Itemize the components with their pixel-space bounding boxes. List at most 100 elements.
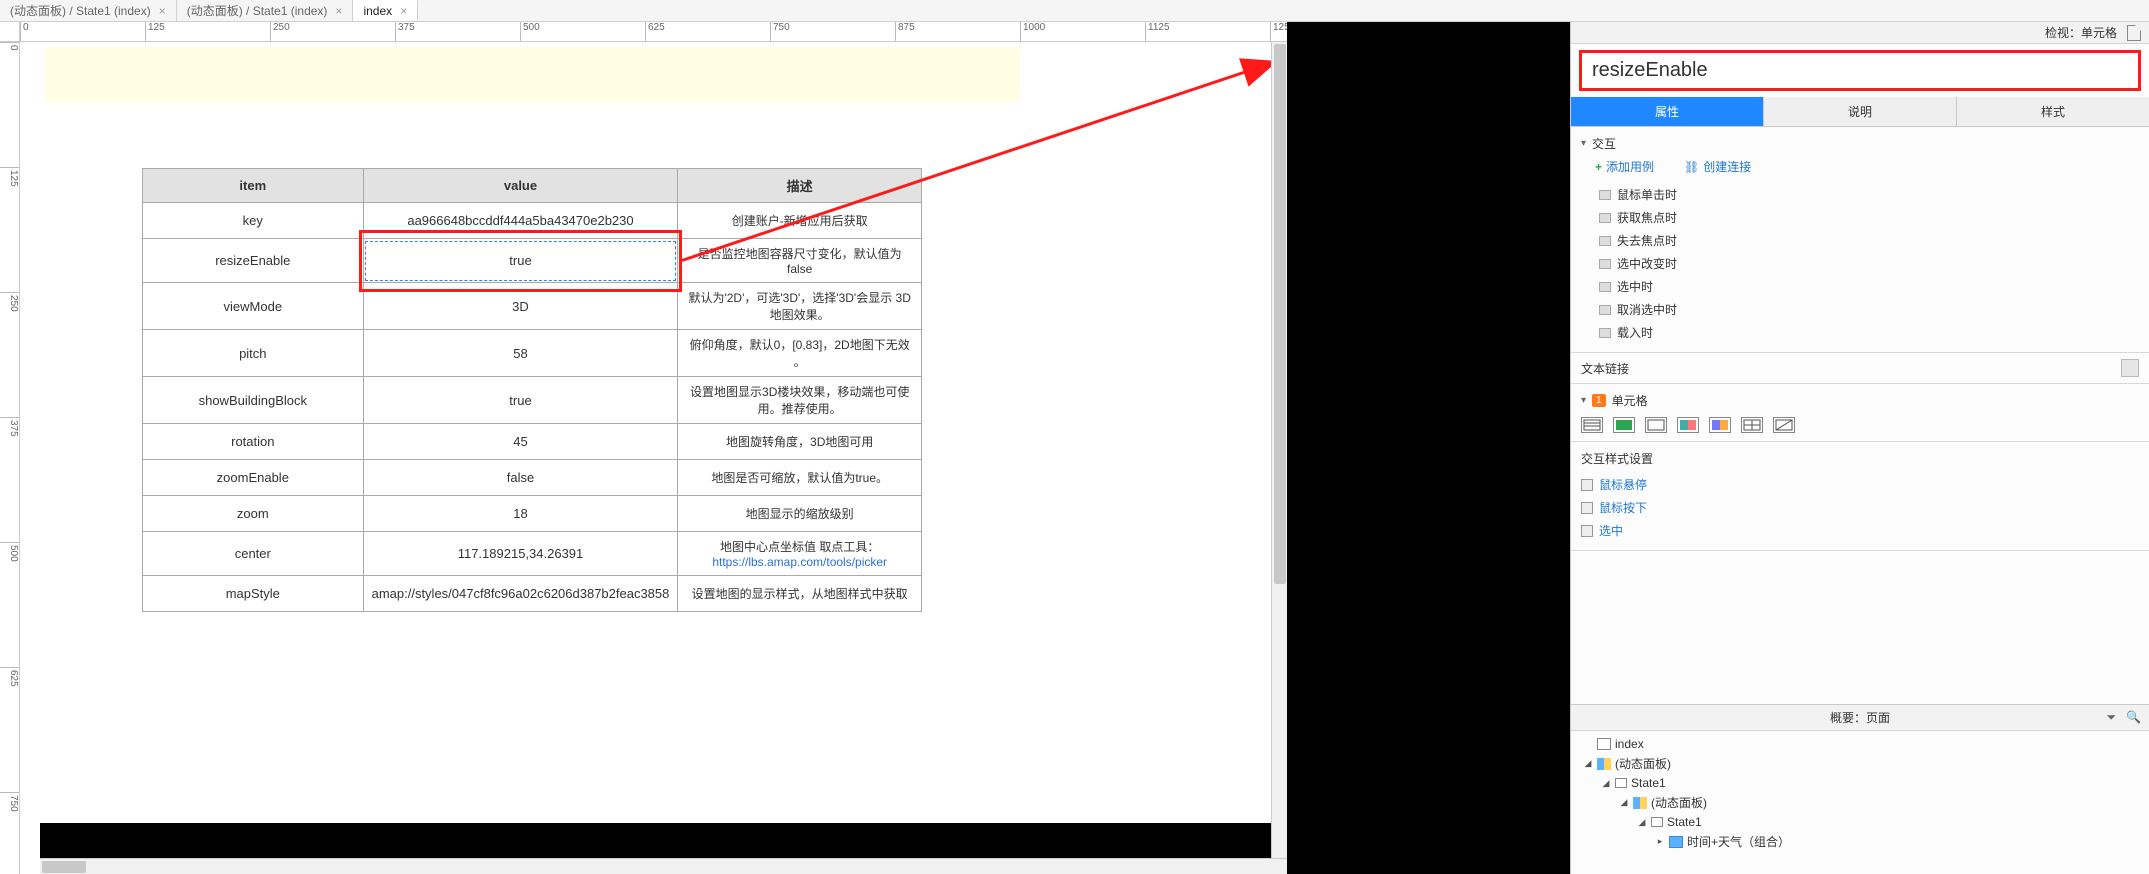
tree-twisty-icon[interactable]: ▸: [1655, 836, 1665, 847]
event-item[interactable]: 选中改变时: [1599, 252, 2139, 275]
interaction-style-item[interactable]: 鼠标悬停: [1581, 473, 2139, 496]
cell-item[interactable]: center: [143, 532, 364, 576]
event-item[interactable]: 选中时: [1599, 275, 2139, 298]
cell-value[interactable]: 18: [363, 496, 678, 532]
inspector-tab-properties[interactable]: 属性: [1571, 97, 1764, 126]
cell-value[interactable]: 117.189215,34.26391: [363, 532, 678, 576]
outline-tree[interactable]: index◢(动态面板)◢State1◢(动态面板)◢State1▸时间+天气（…: [1571, 731, 2149, 874]
config-table[interactable]: itemvalue描述keyaa966648bccddf444a5ba43470…: [142, 168, 922, 612]
cell-desc[interactable]: 地图显示的缩放级别: [678, 496, 922, 532]
text-link-button[interactable]: [2121, 359, 2139, 377]
cell-value[interactable]: amap://styles/047cf8fc96a02c6206d387b2fe…: [363, 576, 678, 612]
outline-row[interactable]: ◢(动态面板): [1571, 753, 2149, 774]
cell-item[interactable]: showBuildingBlock: [143, 377, 364, 424]
shape-rect-dual-b[interactable]: [1709, 417, 1731, 433]
shape-rect-solid[interactable]: [1613, 417, 1635, 433]
section-header-cell[interactable]: ▾ 1 单元格: [1581, 392, 2139, 409]
outline-row[interactable]: ◢State1: [1571, 774, 2149, 792]
outline-row[interactable]: index: [1571, 735, 2149, 753]
table-row[interactable]: zoomEnablefalse地图是否可缩放，默认值为true。: [143, 460, 922, 496]
outline-row[interactable]: ▸时间+天气（组合）: [1571, 831, 2149, 852]
table-row[interactable]: mapStyleamap://styles/047cf8fc96a02c6206…: [143, 576, 922, 612]
table-header[interactable]: 描述: [678, 169, 922, 203]
cell-value[interactable]: 58: [363, 330, 678, 377]
close-icon[interactable]: ×: [335, 4, 342, 18]
cell-item[interactable]: zoom: [143, 496, 364, 532]
scrollbar-thumb[interactable]: [42, 861, 86, 873]
cell-item[interactable]: zoomEnable: [143, 460, 364, 496]
tab-dynpanel-state1-b[interactable]: (动态面板) / State1 (index) ×: [177, 0, 354, 21]
cell-item[interactable]: rotation: [143, 424, 364, 460]
table-row[interactable]: keyaa966648bccddf444a5ba43470e2b230创建账户-…: [143, 203, 922, 239]
interaction-style-item[interactable]: 鼠标按下: [1581, 496, 2139, 519]
cell-desc[interactable]: 是否监控地图容器尺寸变化，默认值为false: [678, 239, 922, 283]
widget-name-input[interactable]: resizeEnable: [1579, 50, 2141, 91]
cell-desc[interactable]: 创建账户-新增应用后获取: [678, 203, 922, 239]
cell-value[interactable]: 3D: [363, 283, 678, 330]
cell-item[interactable]: mapStyle: [143, 576, 364, 612]
tree-twisty-icon[interactable]: ◢: [1583, 758, 1593, 769]
cell-item[interactable]: pitch: [143, 330, 364, 377]
cell-desc[interactable]: 地图中心点坐标值 取点工具：https://lbs.amap.com/tools…: [678, 532, 922, 576]
cell-value[interactable]: true: [363, 377, 678, 424]
inspector-tab-style[interactable]: 样式: [1957, 97, 2149, 126]
table-row[interactable]: center117.189215,34.26391地图中心点坐标值 取点工具：h…: [143, 532, 922, 576]
cell-desc[interactable]: 设置地图显示3D楼块效果，移动端也可使用。推荐使用。: [678, 377, 922, 424]
table-row[interactable]: zoom18地图显示的缩放级别: [143, 496, 922, 532]
scrollbar-horizontal[interactable]: [40, 858, 1287, 874]
event-item[interactable]: 载入时: [1599, 321, 2139, 344]
table-header[interactable]: value: [363, 169, 678, 203]
desc-link[interactable]: https://lbs.amap.com/tools/picker: [712, 555, 887, 569]
page-icon[interactable]: [2127, 25, 2141, 41]
filter-icon[interactable]: ⏷: [2106, 710, 2116, 725]
search-icon[interactable]: 🔍: [2126, 710, 2141, 725]
outline-row[interactable]: ◢State1: [1571, 813, 2149, 831]
cell-desc[interactable]: 默认为'2D'，可选'3D'，选择'3D'会显示 3D 地图效果。: [678, 283, 922, 330]
shape-rect-stripes[interactable]: [1581, 417, 1603, 433]
cell-desc[interactable]: 地图是否可缩放，默认值为true。: [678, 460, 922, 496]
cell-value[interactable]: false: [363, 460, 678, 496]
canvas-scroll[interactable]: itemvalue描述keyaa966648bccddf444a5ba43470…: [20, 42, 1287, 874]
table-row[interactable]: pitch58俯仰角度，默认0，[0,83]，2D地图下无效 。: [143, 330, 922, 377]
table-row[interactable]: rotation45地图旋转角度，3D地图可用: [143, 424, 922, 460]
shape-rect-dual-a[interactable]: [1677, 417, 1699, 433]
table-row[interactable]: resizeEnabletrue是否监控地图容器尺寸变化，默认值为false: [143, 239, 922, 283]
table-header[interactable]: item: [143, 169, 364, 203]
canvas-widget-highlight[interactable]: [45, 47, 1020, 102]
tree-twisty-icon[interactable]: ◢: [1601, 778, 1611, 789]
close-icon[interactable]: ×: [400, 4, 407, 18]
tab-index[interactable]: index ×: [353, 0, 418, 21]
event-item[interactable]: 失去焦点时: [1599, 229, 2139, 252]
cell-value[interactable]: aa966648bccddf444a5ba43470e2b230: [363, 203, 678, 239]
create-link-link[interactable]: ⛓创建连接: [1684, 158, 1751, 175]
shape-rect-outline[interactable]: [1645, 417, 1667, 433]
table-row[interactable]: showBuildingBlocktrue设置地图显示3D楼块效果，移动端也可使…: [143, 377, 922, 424]
tab-dynpanel-state1-a[interactable]: (动态面板) / State1 (index) ×: [0, 0, 177, 21]
cell-desc[interactable]: 设置地图的显示样式，从地图样式中获取: [678, 576, 922, 612]
table-row[interactable]: viewMode3D默认为'2D'，可选'3D'，选择'3D'会显示 3D 地图…: [143, 283, 922, 330]
add-case-link[interactable]: +添加用例: [1595, 158, 1654, 175]
shape-rect-hatch[interactable]: [1773, 417, 1795, 433]
close-icon[interactable]: ×: [159, 4, 166, 18]
tree-twisty-icon[interactable]: ◢: [1637, 817, 1647, 828]
ruler-horizontal[interactable]: 0125250375500625750875100011251250: [20, 22, 1287, 42]
event-item[interactable]: 获取焦点时: [1599, 206, 2139, 229]
section-header-interactions[interactable]: ▾ 交互: [1581, 135, 2139, 152]
ruler-vertical[interactable]: 0125250375500625750: [0, 42, 20, 874]
cell-item[interactable]: resizeEnable: [143, 239, 364, 283]
inspector-tab-notes[interactable]: 说明: [1764, 97, 1957, 126]
tree-twisty-icon[interactable]: ◢: [1619, 797, 1629, 808]
cell-item[interactable]: key: [143, 203, 364, 239]
scrollbar-vertical[interactable]: [1271, 42, 1287, 858]
cell-desc[interactable]: 地图旋转角度，3D地图可用: [678, 424, 922, 460]
event-item[interactable]: 取消选中时: [1599, 298, 2139, 321]
cell-value[interactable]: true: [363, 239, 678, 283]
outline-row[interactable]: ◢(动态面板): [1571, 792, 2149, 813]
cell-desc[interactable]: 俯仰角度，默认0，[0,83]，2D地图下无效 。: [678, 330, 922, 377]
interaction-style-item[interactable]: 选中: [1581, 519, 2139, 542]
cell-value[interactable]: 45: [363, 424, 678, 460]
canvas-surface[interactable]: itemvalue描述keyaa966648bccddf444a5ba43470…: [20, 42, 1280, 872]
scrollbar-thumb[interactable]: [1274, 44, 1286, 584]
shape-rect-grid[interactable]: [1741, 417, 1763, 433]
event-item[interactable]: 鼠标单击时: [1599, 183, 2139, 206]
